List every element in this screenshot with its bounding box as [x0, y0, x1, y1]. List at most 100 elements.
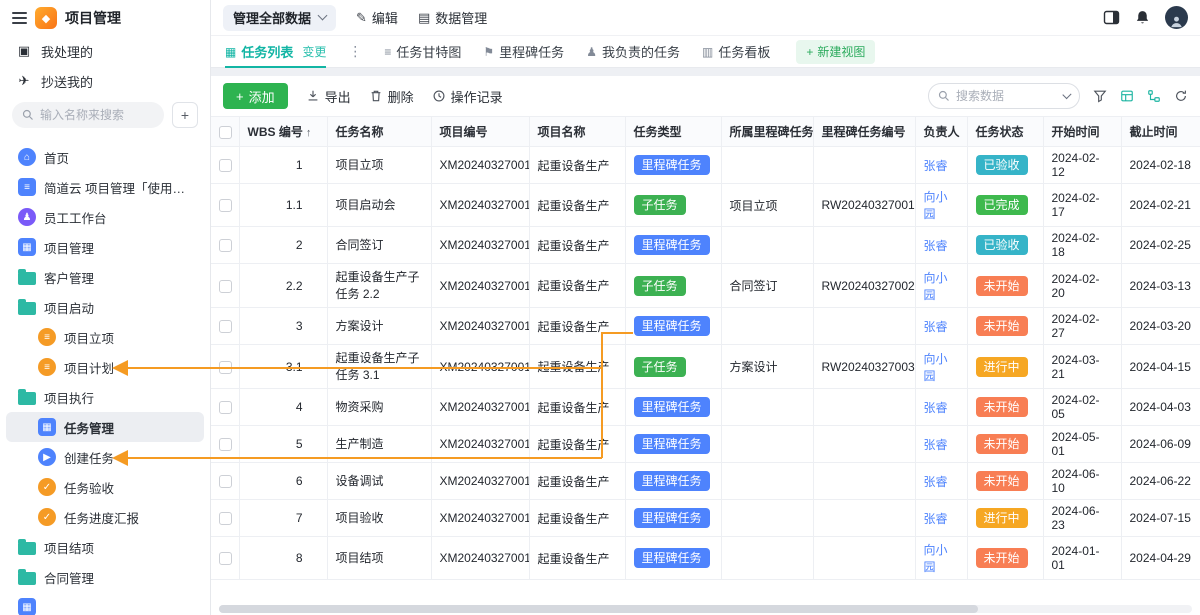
table-row[interactable]: 6设备调试XM20240327001起重设备生产里程碑任务张睿未开始2024-0…: [211, 463, 1200, 500]
row-checkbox[interactable]: [219, 199, 232, 212]
sidebar-item-cc-to-me[interactable]: ✈ 抄送我的: [0, 66, 210, 96]
tab-grid[interactable]: ▦任务列表变更: [225, 36, 326, 68]
select-all-checkbox[interactable]: [219, 126, 232, 139]
table-row[interactable]: 1项目立项XM20240327001起重设备生产里程碑任务张睿已验收2024-0…: [211, 147, 1200, 184]
table-row[interactable]: 7项目验收XM20240327001起重设备生产里程碑任务张睿进行中2024-0…: [211, 500, 1200, 537]
tab-gantt[interactable]: ≡任务甘特图: [384, 36, 461, 68]
row-checkbox[interactable]: [219, 320, 232, 333]
sidebar-item[interactable]: ⌂首页: [6, 142, 204, 172]
add-record-button[interactable]: + 添加: [223, 83, 288, 109]
row-checkbox[interactable]: [219, 512, 232, 525]
column-header[interactable]: 截止时间: [1121, 117, 1200, 147]
table-search-input[interactable]: [956, 89, 1058, 103]
search-icon: [22, 109, 34, 121]
operation-log-button[interactable]: 操作记录: [432, 87, 503, 106]
edit-button[interactable]: ✎ 编辑: [356, 8, 398, 27]
data-management-button[interactable]: ▤ 数据管理: [418, 8, 487, 27]
collapse-panel-icon[interactable]: [1103, 9, 1120, 26]
owner-link[interactable]: 向小园: [924, 271, 948, 302]
row-checkbox[interactable]: [219, 438, 232, 451]
column-header[interactable]: 任务类型: [625, 117, 721, 147]
sidebar-search-box[interactable]: [12, 102, 164, 128]
table-row[interactable]: 2合同签订XM20240327001起重设备生产里程碑任务张睿已验收2024-0…: [211, 227, 1200, 264]
column-header[interactable]: 负责人: [915, 117, 967, 147]
status-cell: 未开始: [967, 537, 1043, 580]
filter-icon[interactable]: [1093, 89, 1107, 103]
tab-board[interactable]: ▥任务看板: [702, 36, 770, 68]
sidebar-item[interactable]: ♟员工工作台: [6, 202, 204, 232]
owner-link[interactable]: 向小园: [924, 190, 948, 221]
table-row[interactable]: 2.2起重设备生产子任务 2.2XM20240327001起重设备生产子任务合同…: [211, 264, 1200, 308]
sidebar-item[interactable]: ▶创建任务: [6, 442, 204, 472]
table-row[interactable]: 8项目结项XM20240327001起重设备生产里程碑任务向小园未开始2024-…: [211, 537, 1200, 580]
export-button[interactable]: 导出: [306, 87, 351, 106]
sidebar-item[interactable]: ≡项目立项: [6, 322, 204, 352]
column-header[interactable]: 任务状态: [967, 117, 1043, 147]
sidebar-item[interactable]: ✓任务验收: [6, 472, 204, 502]
sidebar-item[interactable]: ▦任务管理: [6, 412, 204, 442]
table-row[interactable]: 3.1起重设备生产子任务 3.1XM20240327001起重设备生产子任务方案…: [211, 345, 1200, 389]
owner-link[interactable]: 张睿: [924, 512, 948, 526]
sidebar-item[interactable]: ≡项目计划: [6, 352, 204, 382]
sidebar-item[interactable]: 项目结项: [6, 532, 204, 562]
column-header[interactable]: 项目编号: [431, 117, 529, 147]
sidebar-item[interactable]: 项目执行: [6, 382, 204, 412]
owner-link[interactable]: 张睿: [924, 401, 948, 415]
sidebar-item[interactable]: ▦项目管理: [6, 232, 204, 262]
table-row[interactable]: 5生产制造XM20240327001起重设备生产里程碑任务张睿未开始2024-0…: [211, 426, 1200, 463]
person-icon: ♟: [586, 45, 597, 59]
sidebar-item-label: 员工工作台: [44, 208, 107, 227]
tab-more-icon[interactable]: ⋮: [348, 43, 362, 60]
sidebar-search-input[interactable]: [40, 108, 154, 122]
table-search-box[interactable]: [928, 83, 1080, 109]
owner-link[interactable]: 向小园: [924, 543, 948, 574]
sidebar-item[interactable]: ≡简道云 项目管理「使用说明」: [6, 172, 204, 202]
owner-link[interactable]: 张睿: [924, 475, 948, 489]
horizontal-scrollbar[interactable]: [219, 605, 1192, 613]
owner-link[interactable]: 张睿: [924, 159, 948, 173]
column-header[interactable]: 开始时间: [1043, 117, 1121, 147]
row-checkbox[interactable]: [219, 159, 232, 172]
column-header[interactable]: 任务名称: [327, 117, 431, 147]
tab-label: 任务列表: [241, 42, 293, 61]
row-checkbox[interactable]: [219, 401, 232, 414]
row-checkbox[interactable]: [219, 280, 232, 293]
delete-button[interactable]: 删除: [369, 87, 414, 106]
owner-link[interactable]: 向小园: [924, 352, 948, 383]
tab-flag[interactable]: ⚑里程碑任务: [483, 36, 564, 68]
scrollbar-thumb[interactable]: [219, 605, 978, 613]
sidebar-item-my-tasks[interactable]: ▣ 我处理的: [0, 36, 210, 66]
row-checkbox[interactable]: [219, 552, 232, 565]
user-avatar[interactable]: [1165, 6, 1188, 29]
add-app-button[interactable]: +: [172, 102, 198, 128]
owner-link[interactable]: 张睿: [924, 320, 948, 334]
column-header[interactable]: 所属里程碑任务: [721, 117, 813, 147]
sidebar-item[interactable]: 项目启动: [6, 292, 204, 322]
chevron-down-icon[interactable]: [1063, 90, 1072, 99]
sidebar-item[interactable]: ▦: [6, 592, 204, 615]
sort-asc-icon[interactable]: ↑: [306, 127, 312, 139]
collapse-sidebar-icon[interactable]: [12, 12, 27, 24]
table-row[interactable]: 1.1项目启动会XM20240327001起重设备生产子任务项目立项RW2024…: [211, 184, 1200, 227]
sidebar-item[interactable]: 客户管理: [6, 262, 204, 292]
milestone-cell: [721, 227, 813, 264]
column-header[interactable]: WBS 编号↑: [239, 117, 327, 147]
owner-link[interactable]: 张睿: [924, 438, 948, 452]
row-checkbox[interactable]: [219, 239, 232, 252]
sidebar-item[interactable]: 合同管理: [6, 562, 204, 592]
field-settings-icon[interactable]: [1120, 89, 1134, 103]
owner-link[interactable]: 张睿: [924, 239, 948, 253]
column-header[interactable]: 里程碑任务编号: [813, 117, 915, 147]
bell-icon[interactable]: [1134, 9, 1151, 26]
row-checkbox[interactable]: [219, 361, 232, 374]
new-view-button[interactable]: + 新建视图: [796, 40, 875, 64]
sidebar-item[interactable]: ✓任务进度汇报: [6, 502, 204, 532]
tree-view-icon[interactable]: [1147, 89, 1161, 103]
row-checkbox[interactable]: [219, 475, 232, 488]
refresh-icon[interactable]: [1174, 89, 1188, 103]
tab-person[interactable]: ♟我负责的任务: [586, 36, 680, 68]
table-row[interactable]: 3方案设计XM20240327001起重设备生产里程碑任务张睿未开始2024-0…: [211, 308, 1200, 345]
data-scope-dropdown[interactable]: 管理全部数据: [223, 5, 336, 31]
column-header[interactable]: 项目名称: [529, 117, 625, 147]
table-row[interactable]: 4物资采购XM20240327001起重设备生产里程碑任务张睿未开始2024-0…: [211, 389, 1200, 426]
